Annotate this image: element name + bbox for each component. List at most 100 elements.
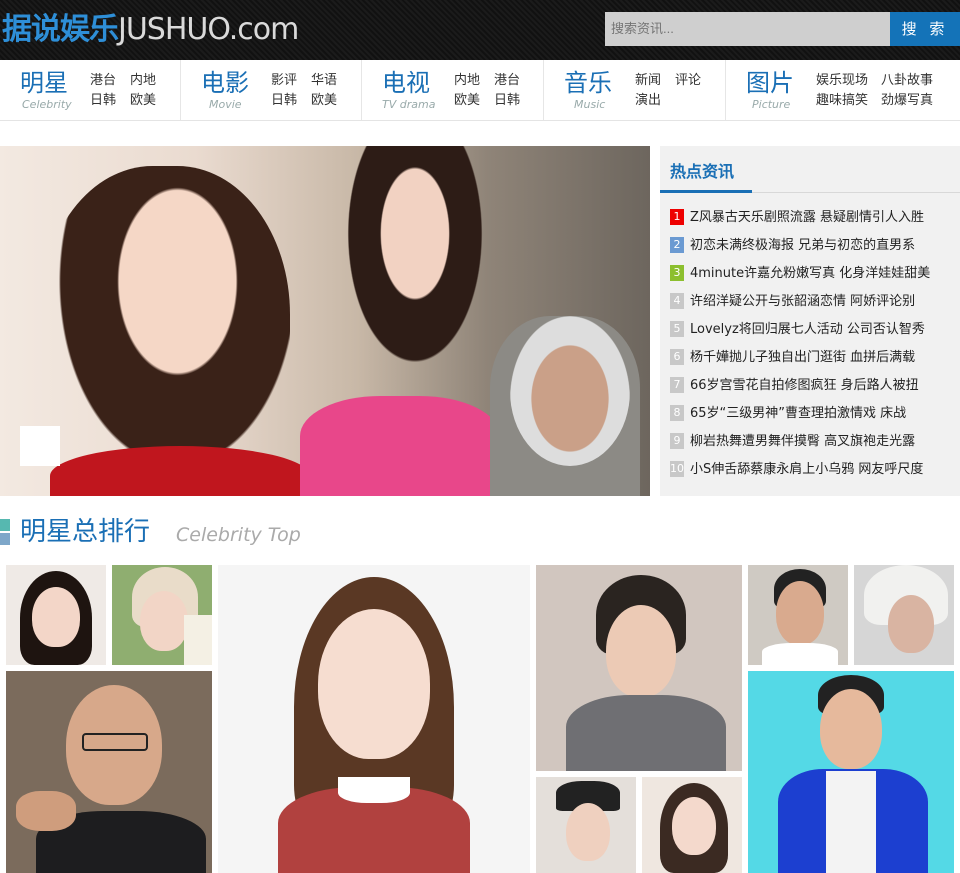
list-item[interactable]: 4 许绍洋疑公开与张韶涵恋情 阿娇评论别 [670,290,960,318]
rank-badge: 10 [670,460,684,477]
hot-news-panel: 热点资讯 1 Z风暴古天乐剧照流露 悬疑剧情引人入胜 2 初恋未满终极海报 兄弟与初… [660,146,960,496]
list-item[interactable]: 3 4minute许嘉允粉嫩写真 化身洋娃娃甜美 [670,262,960,290]
list-item[interactable]: 7 66岁宫雪花自拍修图疯狂 身后路人被扭 [670,374,960,402]
photo-face [606,605,676,697]
nav-title-movie[interactable]: 电影 [201,68,249,98]
celebrity-photo[interactable] [112,565,212,665]
rank-badge: 1 [670,208,684,225]
nav-sub-picture: Picture [752,98,791,111]
photo-face [776,581,824,645]
rank-badge: 2 [670,236,684,253]
nav-sub-celebrity: Celebrity [22,98,72,111]
nav-group-tv: 电视 TV drama 内地 港台 欧美 日韩 [362,60,544,120]
nav-link[interactable]: 港台 [90,73,116,89]
nav-link[interactable]: 华语 [311,73,337,89]
nav-sub-tv: TV drama [382,98,436,111]
photo-face [820,689,882,769]
site-logo[interactable]: 据说娱乐JUSHUO.com [2,12,299,48]
search-input[interactable] [605,12,890,46]
logo-english: JUSHUO.com [118,12,299,47]
hero-slideshow-image[interactable] [0,146,650,496]
category-nav: 明星 Celebrity 港台 内地 日韩 欧美 电影 Movie 影评 华语 … [0,60,960,121]
photo-face [566,803,610,861]
nav-link[interactable]: 娱乐现场 [816,73,868,89]
logo-chinese: 据说娱乐 [2,12,119,47]
nav-link[interactable]: 欧美 [454,93,480,109]
nav-group-picture: 图片 Picture 娱乐现场 八卦故事 趣味搞笑 劲爆写真 [726,60,960,120]
hero-person-2 [330,146,500,396]
news-link[interactable]: 65岁“三级男神”曹查理拍激情戏 床战 [690,406,906,421]
nav-link[interactable]: 新闻 [635,73,661,89]
nav-sub-music: Music [574,98,606,111]
celebrity-photo[interactable] [748,565,848,665]
hero-person-2-outfit [300,396,500,496]
news-link[interactable]: Z风暴古天乐剧照流露 悬疑剧情引人入胜 [690,210,924,225]
rank-badge: 4 [670,292,684,309]
list-item[interactable]: 10 小S伸舌舔蔡康永肩上小乌鸦 网友呼尺度 [670,458,960,486]
nav-link[interactable]: 欧美 [130,93,156,109]
hot-news-header: 热点资讯 [660,146,960,193]
photo-glasses [82,733,148,751]
news-link[interactable]: Lovelyz将回归展七人活动 公司否认智秀 [690,322,925,337]
rank-badge: 3 [670,264,684,281]
nav-link[interactable]: 趣味搞笑 [816,93,868,109]
photo-tshirt [826,771,876,873]
news-link[interactable]: 4minute许嘉允粉嫩写真 化身洋娃娃甜美 [690,266,930,281]
slide-indicator[interactable] [20,426,60,466]
photo-shirt [762,643,838,665]
news-link[interactable]: 柳岩热舞遭男舞伴摸臀 高叉旗袍走光露 [690,434,915,449]
hot-news-underline [660,190,752,193]
celebrity-photo[interactable] [748,671,954,873]
top-header: 据说娱乐JUSHUO.com 搜 索 [0,0,960,60]
photo-flowers [184,615,212,665]
celebrity-photo[interactable] [6,565,106,665]
nav-title-music[interactable]: 音乐 [564,68,612,98]
nav-link[interactable]: 日韩 [494,93,520,109]
section-title: 明星总排行 [20,517,151,547]
celebrity-photo[interactable] [854,565,954,665]
nav-link[interactable]: 欧美 [311,93,337,109]
list-item[interactable]: 5 Lovelyz将回归展七人活动 公司否认智秀 [670,318,960,346]
celebrity-photo-featured[interactable] [218,565,530,873]
list-item[interactable]: 2 初恋未满终极海报 兄弟与初恋的直男系 [670,234,960,262]
celebrity-photo[interactable] [642,777,742,873]
news-link[interactable]: 杨千嬅抛儿子独自出门逛街 血拼后满载 [690,350,915,365]
news-link[interactable]: 许绍洋疑公开与张韶涵恋情 阿娇评论别 [690,294,915,309]
celebrity-photo[interactable] [536,777,636,873]
nav-title-tv[interactable]: 电视 [382,68,430,98]
nav-link[interactable]: 港台 [494,73,520,89]
celebrity-photo[interactable] [6,671,212,873]
nav-title-picture[interactable]: 图片 [746,68,794,98]
section-icon-bottom [0,533,10,545]
section-subtitle: Celebrity Top [176,524,301,546]
photo-face [888,595,934,653]
hot-news-title: 热点资讯 [670,162,735,181]
nav-link[interactable]: 演出 [635,93,661,109]
photo-face [140,591,188,651]
nav-link[interactable]: 八卦故事 [881,73,933,89]
rank-badge: 6 [670,348,684,365]
list-item[interactable]: 6 杨千嬅抛儿子独自出门逛街 血拼后满载 [670,346,960,374]
photo-face [672,797,716,855]
hot-news-list: 1 Z风暴古天乐剧照流露 悬疑剧情引人入胜 2 初恋未满终极海报 兄弟与初恋的直男系… [670,206,960,486]
nav-link[interactable]: 日韩 [271,93,297,109]
search-button[interactable]: 搜 索 [890,12,960,46]
nav-link[interactable]: 评论 [675,73,701,89]
news-link[interactable]: 小S伸舌舔蔡康永肩上小乌鸦 网友呼尺度 [690,462,923,477]
nav-link[interactable]: 劲爆写真 [881,93,933,109]
news-link[interactable]: 初恋未满终极海报 兄弟与初恋的直男系 [690,238,915,253]
list-item[interactable]: 9 柳岩热舞遭男舞伴摸臀 高叉旗袍走光露 [670,430,960,458]
news-link[interactable]: 66岁宫雪花自拍修图疯狂 身后路人被扭 [690,378,919,393]
rank-badge: 9 [670,432,684,449]
section-icon-top [0,519,10,531]
nav-title-celebrity[interactable]: 明星 [20,68,68,98]
nav-link[interactable]: 内地 [130,73,156,89]
rank-badge: 7 [670,376,684,393]
list-item[interactable]: 1 Z风暴古天乐剧照流露 悬疑剧情引人入胜 [670,206,960,234]
celebrity-photo[interactable] [536,565,742,771]
list-item[interactable]: 8 65岁“三级男神”曹查理拍激情戏 床战 [670,402,960,430]
nav-link[interactable]: 内地 [454,73,480,89]
rank-badge: 8 [670,404,684,421]
nav-link[interactable]: 影评 [271,73,297,89]
nav-link[interactable]: 日韩 [90,93,116,109]
